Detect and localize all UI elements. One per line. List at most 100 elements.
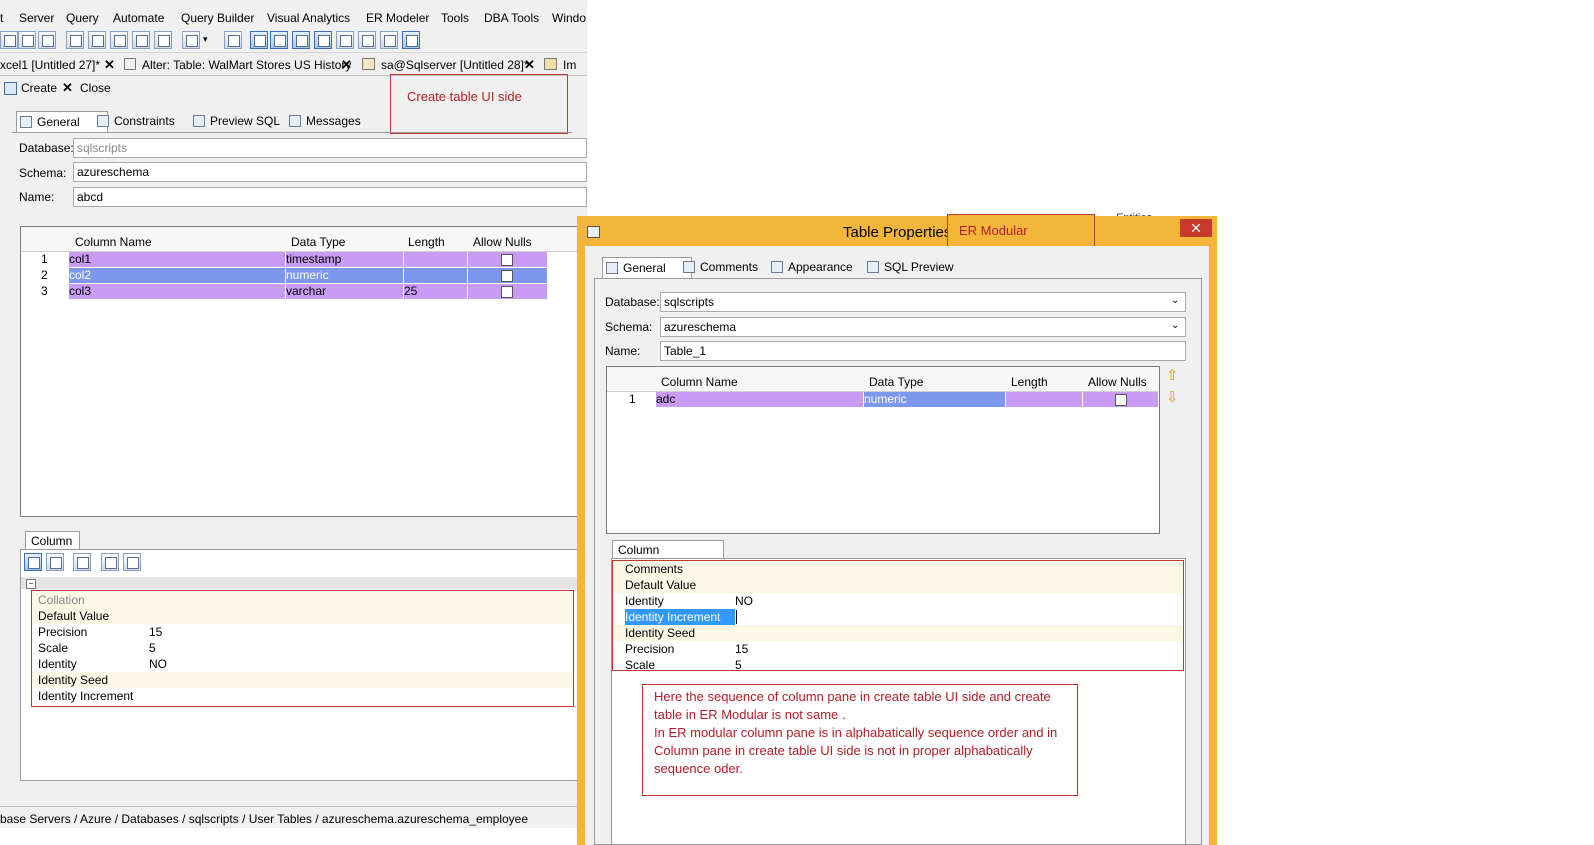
column-name-cell[interactable]: col2: [69, 268, 285, 283]
menu-item-t[interactable]: t: [0, 11, 3, 25]
toolbar-dropdown-icon[interactable]: ▾: [203, 34, 208, 45]
doc-tab-import[interactable]: Im: [563, 58, 576, 72]
name-field[interactable]: Table_1: [660, 341, 1186, 361]
toolbar-wizard-icon[interactable]: [18, 31, 36, 49]
menu-item-window[interactable]: Windo: [552, 11, 586, 25]
chevron-down-icon[interactable]: ⌄: [1171, 320, 1179, 331]
data-type-cell[interactable]: numeric: [864, 392, 1005, 407]
collapse-icon[interactable]: [123, 553, 141, 571]
expand-icon[interactable]: [101, 553, 119, 571]
header-column-name[interactable]: Column Name: [661, 375, 738, 389]
column-name-cell[interactable]: col1: [69, 252, 285, 267]
allow-nulls-checkbox[interactable]: [501, 270, 513, 282]
close-icon[interactable]: ✕: [1180, 219, 1212, 237]
tab-messages[interactable]: Messages: [286, 111, 386, 131]
toolbar-layout2-icon[interactable]: [380, 31, 398, 49]
property-row[interactable]: Default Value: [613, 577, 1183, 593]
column-name-cell[interactable]: col3: [69, 284, 285, 299]
table-row[interactable]: 1 col1 timestamp: [21, 252, 587, 267]
length-cell[interactable]: [404, 252, 467, 267]
data-type-cell[interactable]: numeric: [286, 268, 403, 283]
schema-select[interactable]: azureschema: [660, 317, 1186, 337]
column-name-cell[interactable]: adc: [656, 392, 863, 407]
toolbar-print-icon[interactable]: [224, 31, 242, 49]
property-row[interactable]: Collation: [32, 592, 573, 608]
property-row[interactable]: Precision 15: [613, 641, 1183, 657]
property-row[interactable]: Scale 5: [613, 657, 1183, 673]
database-field[interactable]: sqlscripts: [73, 138, 587, 158]
chevron-down-icon[interactable]: ⌄: [1171, 295, 1179, 306]
menu-item-dba-tools[interactable]: DBA Tools: [484, 11, 539, 25]
name-field[interactable]: abcd: [73, 187, 587, 207]
property-pages-icon[interactable]: [73, 553, 91, 571]
header-allow-nulls[interactable]: Allow Nulls: [473, 235, 532, 249]
categorized-icon[interactable]: [24, 553, 42, 571]
close-icon[interactable]: ✕: [104, 57, 115, 73]
tab-constraints[interactable]: Constraints: [94, 111, 204, 131]
toolbar-grid-icon[interactable]: [250, 31, 268, 49]
header-data-type[interactable]: Data Type: [869, 375, 923, 389]
menu-item-tools[interactable]: Tools: [441, 11, 469, 25]
collapse-node-icon[interactable]: −: [26, 579, 36, 589]
tab-comments[interactable]: Comments: [680, 257, 780, 277]
header-allow-nulls[interactable]: Allow Nulls: [1088, 375, 1147, 389]
property-value-editor[interactable]: [736, 610, 737, 624]
property-row[interactable]: Precision 15: [32, 624, 573, 640]
doc-tab-alter-table[interactable]: Alter: Table: WalMart Stores US History: [142, 58, 351, 72]
table-row[interactable]: 1 adc numeric: [607, 392, 1159, 407]
menu-item-visual-analytics[interactable]: Visual Analytics: [267, 11, 350, 25]
tab-preview-sql[interactable]: Preview SQL: [190, 111, 300, 131]
toolbar-wizard2-icon[interactable]: [38, 31, 56, 49]
data-type-cell[interactable]: timestamp: [286, 252, 403, 267]
close-button[interactable]: Close: [80, 81, 111, 95]
toolbar-layout-icon[interactable]: [358, 31, 376, 49]
menu-item-er-modeler[interactable]: ER Modeler: [366, 11, 429, 25]
tab-column[interactable]: Column: [25, 531, 80, 549]
toolbar-query5-icon[interactable]: [154, 31, 172, 49]
menu-item-automate[interactable]: Automate: [113, 11, 164, 25]
doc-tab-excel1[interactable]: xcel1 [Untitled 27]*: [0, 58, 100, 72]
toolbar-grid3-icon[interactable]: [292, 31, 310, 49]
menu-item-query[interactable]: Query: [66, 11, 99, 25]
property-row[interactable]: Identity Increment: [613, 609, 1183, 625]
header-data-type[interactable]: Data Type: [291, 235, 345, 249]
toolbar-query3-icon[interactable]: [110, 31, 128, 49]
toolbar-query-icon[interactable]: [66, 31, 84, 49]
header-length[interactable]: Length: [408, 235, 445, 249]
toolbar-grid4-icon[interactable]: [314, 31, 332, 49]
tab-sql-preview[interactable]: SQL Preview: [864, 257, 976, 277]
length-cell[interactable]: 25: [404, 284, 467, 299]
toolbar-query2-icon[interactable]: [88, 31, 106, 49]
toolbar-query4-icon[interactable]: [132, 31, 150, 49]
property-row[interactable]: Comments: [613, 561, 1183, 577]
move-up-icon[interactable]: ⇧: [1166, 366, 1179, 384]
property-row[interactable]: Identity NO: [613, 593, 1183, 609]
toolbar-document-icon[interactable]: [182, 31, 200, 49]
toolbar-export-icon[interactable]: [336, 31, 354, 49]
move-down-icon[interactable]: ⇩: [1166, 388, 1179, 406]
database-select[interactable]: sqlscripts: [660, 292, 1186, 312]
menu-item-query-builder[interactable]: Query Builder: [181, 11, 254, 25]
header-column-name[interactable]: Column Name: [75, 235, 152, 249]
property-row[interactable]: Identity Seed: [32, 672, 573, 688]
header-length[interactable]: Length: [1011, 375, 1048, 389]
close-icon[interactable]: ✕: [524, 57, 535, 73]
doc-tab-sqlserver[interactable]: sa@Sqlserver [Untitled 28]*: [381, 58, 529, 72]
property-row[interactable]: Identity Increment: [32, 688, 573, 704]
table-row[interactable]: 3 col3 varchar 25: [21, 284, 587, 299]
length-cell[interactable]: [404, 268, 467, 283]
allow-nulls-checkbox[interactable]: [501, 286, 513, 298]
schema-field[interactable]: azureschema: [73, 162, 587, 182]
property-row[interactable]: Identity NO: [32, 656, 573, 672]
toolbar-grid2-icon[interactable]: [270, 31, 288, 49]
sort-alpha-icon[interactable]: [46, 553, 64, 571]
property-row[interactable]: Scale 5: [32, 640, 573, 656]
tab-general[interactable]: General: [602, 257, 692, 278]
allow-nulls-checkbox[interactable]: [501, 254, 513, 266]
length-cell[interactable]: [1006, 392, 1082, 407]
menu-item-server[interactable]: Server: [19, 11, 54, 25]
close-icon[interactable]: ✕: [341, 57, 352, 73]
toolbar-table-icon[interactable]: [0, 31, 18, 49]
tab-column-parameters[interactable]: Column Parameters: [612, 540, 724, 575]
toolbar-chart-icon[interactable]: [402, 31, 420, 49]
